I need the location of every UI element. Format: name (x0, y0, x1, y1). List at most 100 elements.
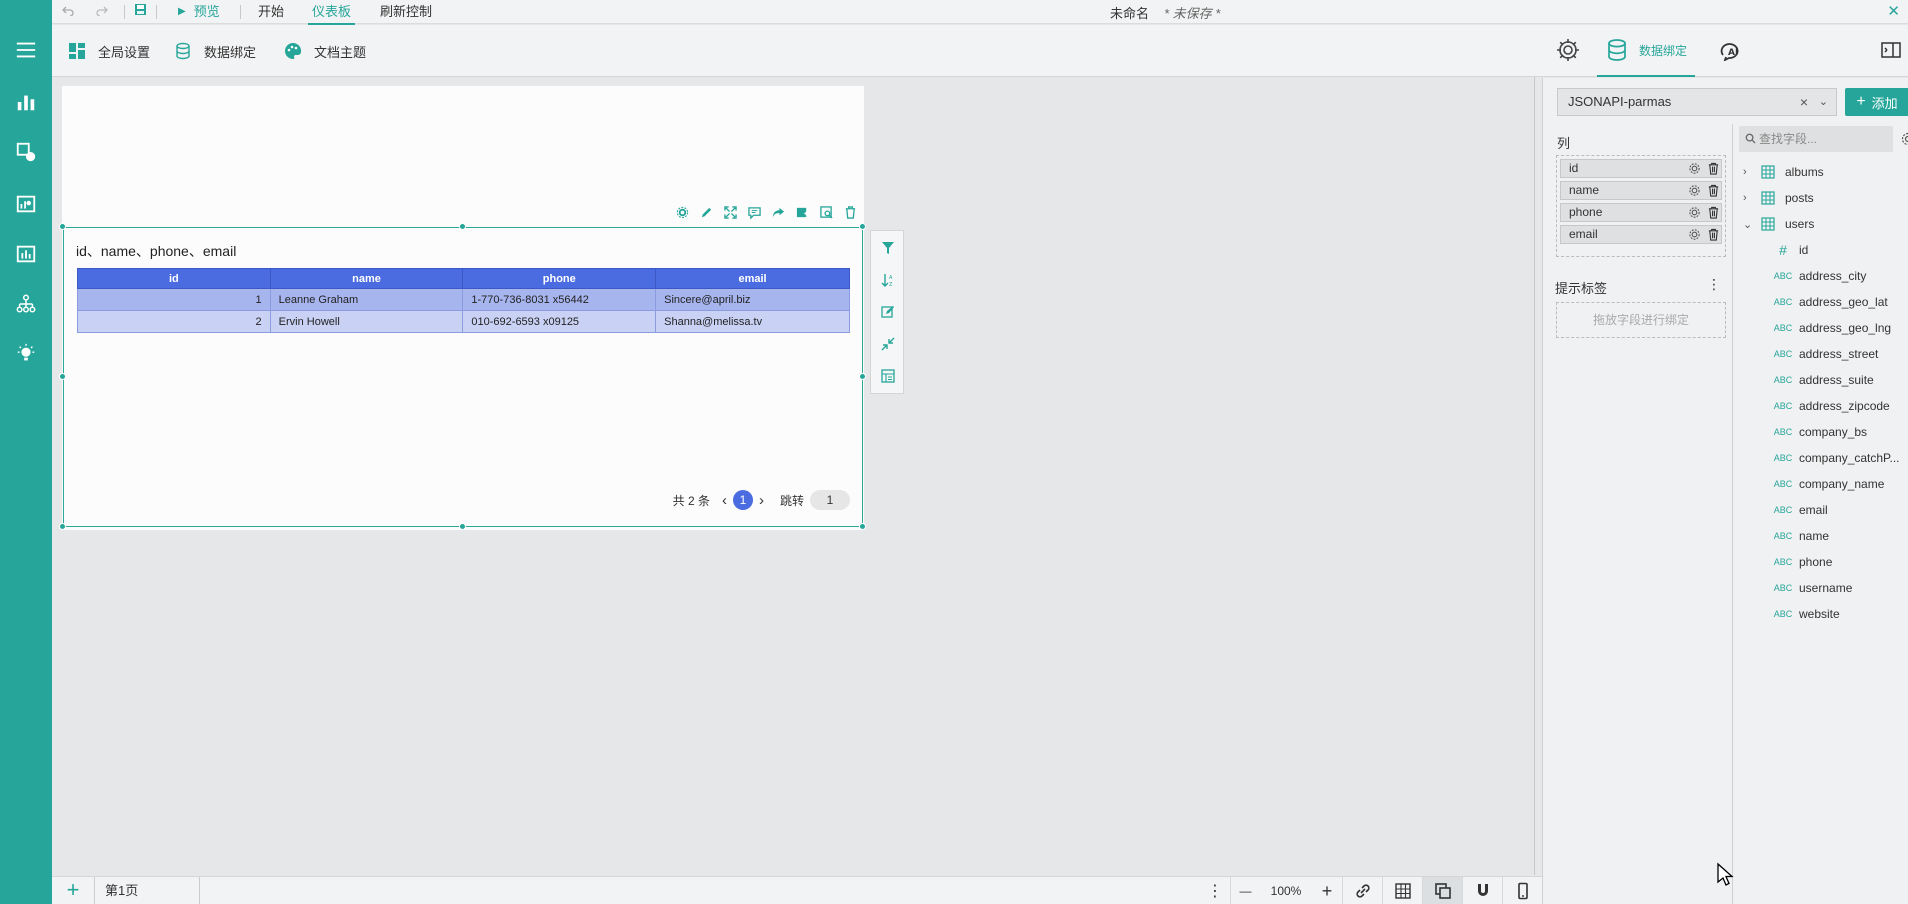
data-binding-button[interactable]: 数据绑定 (174, 41, 256, 61)
chevron-right-icon[interactable]: › (1743, 192, 1753, 204)
hint-dropzone[interactable]: 拖放字段进行绑定 (1556, 302, 1726, 338)
gear-icon[interactable] (1688, 162, 1701, 175)
inspect-icon[interactable] (817, 203, 835, 221)
table-node-albums[interactable]: › albums (1743, 162, 1824, 182)
zoom-level[interactable]: 100% (1260, 877, 1312, 904)
table-widget[interactable]: id、name、phone、email id name phone email … (63, 227, 863, 527)
widget-settings-icon[interactable] (673, 203, 691, 221)
trash-icon[interactable] (1707, 184, 1720, 197)
more-menu-icon[interactable]: ⋮ (1200, 877, 1230, 904)
table-settings-icon[interactable] (879, 367, 897, 385)
page-tab[interactable]: 第1页 (94, 877, 200, 904)
clear-icon[interactable]: × (1800, 89, 1808, 115)
zoom-out-button[interactable]: — (1230, 877, 1260, 904)
edit-box-icon[interactable] (879, 303, 897, 321)
bound-column[interactable]: email (1560, 225, 1722, 244)
jump-page-input[interactable]: 1 (810, 490, 850, 510)
document-theme-button[interactable]: 文档主题 (284, 41, 366, 61)
preview-button[interactable]: ▶ 预览 (178, 3, 220, 21)
fullscreen-icon[interactable] (721, 203, 739, 221)
tab-refresh-control[interactable]: 刷新控制 (380, 3, 432, 21)
mobile-view-icon[interactable] (1502, 877, 1542, 904)
close-icon[interactable]: ✕ (1887, 2, 1900, 20)
gear-icon[interactable] (1688, 184, 1701, 197)
column-header[interactable]: phone (462, 268, 657, 289)
gear-icon[interactable] (1688, 228, 1701, 241)
field-item[interactable]: # id (1773, 240, 1808, 260)
shapes-icon[interactable] (14, 140, 38, 164)
canvas-scrollbar[interactable] (1534, 77, 1542, 875)
global-settings-button[interactable]: 全局设置 (68, 41, 150, 61)
export-data-icon[interactable] (793, 203, 811, 221)
sort-icon[interactable]: AZ (879, 271, 897, 289)
field-item[interactable]: ABC address_zipcode (1773, 396, 1890, 416)
field-item[interactable]: ABC name (1773, 526, 1829, 546)
table-node-posts[interactable]: › posts (1743, 188, 1814, 208)
ai-tab[interactable]: AI (1719, 37, 1745, 63)
lightbulb-icon[interactable] (14, 342, 38, 366)
gear-icon[interactable] (1901, 132, 1908, 146)
panel-divider[interactable] (1732, 124, 1733, 904)
next-page-button[interactable]: › (759, 492, 764, 509)
tab-start[interactable]: 开始 (258, 3, 284, 21)
toggle-panel-icon[interactable] (1881, 37, 1901, 63)
add-page-button[interactable]: + (62, 879, 84, 901)
redo-icon[interactable] (96, 3, 108, 21)
field-item[interactable]: ABC phone (1773, 552, 1833, 572)
column-header[interactable]: email (655, 268, 850, 289)
link-icon[interactable] (1342, 877, 1382, 904)
hamburger-menu-icon[interactable] (14, 38, 38, 62)
edit-icon[interactable] (697, 203, 715, 221)
column-header[interactable]: name (269, 268, 464, 289)
filter-icon[interactable] (879, 239, 897, 257)
comment-icon[interactable] (745, 203, 763, 221)
field-item[interactable]: ABC website (1773, 604, 1840, 624)
resize-handle[interactable] (859, 223, 866, 230)
resize-handle[interactable] (459, 523, 466, 530)
bound-column[interactable]: phone (1560, 203, 1722, 222)
hierarchy-icon[interactable] (14, 292, 38, 316)
current-page-button[interactable]: 1 (732, 490, 753, 510)
columns-dropzone[interactable]: id name phone email (1556, 155, 1726, 257)
settings-tab[interactable] (1555, 37, 1581, 63)
field-item[interactable]: ABC address_geo_lat (1773, 292, 1888, 312)
save-icon[interactable] (134, 3, 147, 21)
field-item[interactable]: ABC email (1773, 500, 1828, 520)
tab-dashboard[interactable]: 仪表板 (307, 3, 356, 25)
resize-handle[interactable] (59, 523, 66, 530)
add-datasource-button[interactable]: + 添加 (1845, 88, 1908, 116)
bound-column[interactable]: name (1560, 181, 1722, 200)
field-item[interactable]: ABC company_name (1773, 474, 1885, 494)
resize-handle[interactable] (859, 523, 866, 530)
table-row[interactable]: 2 Ervin Howell 010-692-6593 x09125 Shann… (77, 310, 850, 333)
column-header[interactable]: id (77, 268, 271, 289)
field-item[interactable]: ABC address_geo_lng (1773, 318, 1891, 338)
field-item[interactable]: ABC address_street (1773, 344, 1879, 364)
undo-icon[interactable] (62, 3, 74, 21)
field-item[interactable]: ABC address_suite (1773, 370, 1874, 390)
field-item[interactable]: ABC username (1773, 578, 1853, 598)
data-table[interactable]: id name phone email 1 Leanne Graham 1-77… (77, 268, 850, 333)
resize-handle[interactable] (59, 373, 66, 380)
data-binding-tab[interactable]: 数据绑定 (1596, 37, 1696, 77)
datasource-select[interactable]: JSONAPI-parmas × ⌄ (1557, 88, 1837, 116)
resize-handle[interactable] (59, 223, 66, 230)
overlap-icon[interactable] (1422, 877, 1462, 904)
trash-icon[interactable] (1707, 228, 1720, 241)
table-row[interactable]: 1 Leanne Graham 1-770-736-8031 x56442 Si… (77, 288, 850, 311)
chevron-down-icon[interactable]: ⌄ (1819, 89, 1828, 115)
share-icon[interactable] (769, 203, 787, 221)
report-user-icon[interactable] (14, 192, 38, 216)
collapse-icon[interactable] (879, 335, 897, 353)
field-item[interactable]: ABC company_bs (1773, 422, 1867, 442)
field-search-input[interactable]: 查找字段... (1739, 126, 1893, 152)
resize-handle[interactable] (859, 373, 866, 380)
chevron-right-icon[interactable]: › (1743, 166, 1753, 178)
more-options-icon[interactable]: ⋮ (1707, 276, 1721, 293)
report-pages-icon[interactable] (14, 242, 38, 266)
chart-icon[interactable] (14, 90, 38, 114)
bound-column[interactable]: id (1560, 159, 1722, 178)
prev-page-button[interactable]: ‹ (722, 492, 727, 509)
chevron-down-icon[interactable]: ⌄ (1743, 218, 1753, 231)
resize-handle[interactable] (459, 223, 466, 230)
